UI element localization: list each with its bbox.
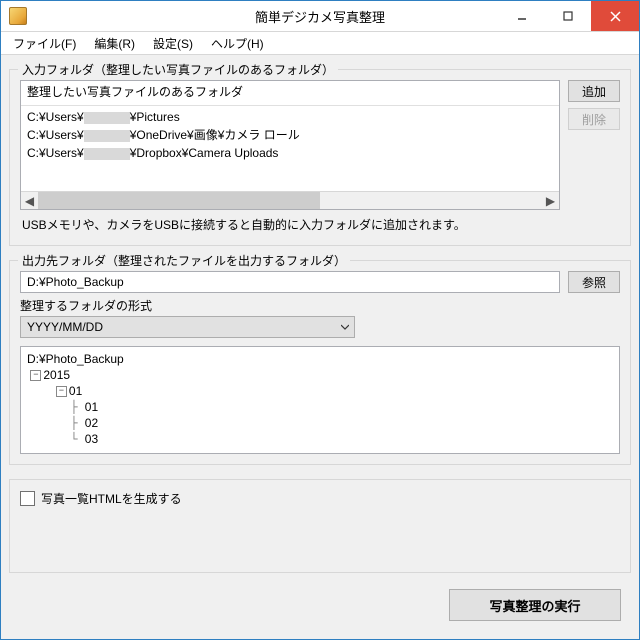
menu-help[interactable]: ヘルプ(H) [203, 33, 272, 54]
scroll-track[interactable] [38, 192, 542, 209]
list-item[interactable]: C:¥Users¥¥Pictures [27, 108, 553, 126]
html-gen-checkbox[interactable]: 写真一覧HTMLを生成する [20, 490, 620, 507]
format-value: YYYY/MM/DD [21, 320, 336, 334]
checkbox-label: 写真一覧HTMLを生成する [41, 490, 182, 507]
tree-month[interactable]: −01 [27, 383, 613, 399]
tree-day[interactable]: ├ 01 [27, 399, 613, 415]
menubar: ファイル(F) 編集(R) 設定(S) ヘルプ(H) [1, 32, 639, 55]
run-button[interactable]: 写真整理の実行 [449, 589, 621, 621]
collapse-icon[interactable]: − [56, 386, 67, 397]
input-list-items: C:¥Users¥¥Pictures C:¥Users¥¥OneDrive¥画像… [21, 106, 559, 164]
format-combobox[interactable]: YYYY/MM/DD [20, 316, 355, 338]
input-folder-list[interactable]: 整理したい写真ファイルのあるフォルダ C:¥Users¥¥Pictures C:… [20, 80, 560, 210]
redacted-text [84, 148, 130, 160]
chevron-down-icon[interactable] [336, 323, 354, 331]
client-area: 入力フォルダ（整理したい写真ファイルのあるフォルダ） 整理したい写真ファイルのあ… [1, 55, 639, 639]
maximize-button[interactable] [545, 1, 591, 31]
app-icon [9, 7, 27, 25]
footer: 写真整理の実行 [9, 579, 631, 631]
scroll-left-icon[interactable]: ◀ [21, 192, 38, 209]
collapse-icon[interactable]: − [30, 370, 41, 381]
browse-button[interactable]: 参照 [568, 271, 620, 293]
redacted-text [84, 112, 130, 124]
input-folder-group: 入力フォルダ（整理したい写真ファイルのあるフォルダ） 整理したい写真ファイルのあ… [9, 69, 631, 246]
close-button[interactable] [591, 1, 639, 31]
tree-root[interactable]: D:¥Photo_Backup [27, 351, 613, 367]
input-list-header[interactable]: 整理したい写真ファイルのあるフォルダ [21, 81, 559, 106]
window-buttons [499, 1, 639, 31]
list-item[interactable]: C:¥Users¥¥Dropbox¥Camera Uploads [27, 144, 553, 162]
list-item[interactable]: C:¥Users¥¥OneDrive¥画像¥カメラ ロール [27, 126, 553, 144]
menu-settings[interactable]: 設定(S) [145, 33, 201, 54]
usb-tip: USBメモリや、カメラをUSBに接続すると自動的に入力フォルダに追加されます。 [22, 216, 618, 233]
scroll-right-icon[interactable]: ▶ [542, 192, 559, 209]
input-folder-buttons: 追加 削除 [568, 80, 620, 130]
delete-button: 削除 [568, 108, 620, 130]
checkbox-box[interactable] [20, 491, 35, 506]
folder-tree[interactable]: D:¥Photo_Backup −2015 −01 ├ 01 ├ 02 └ 03 [20, 346, 620, 454]
scroll-thumb[interactable] [38, 192, 320, 209]
minimize-button[interactable] [499, 1, 545, 31]
output-folder-group: 出力先フォルダ（整理されたファイルを出力するフォルダ） D:¥Photo_Bac… [9, 260, 631, 465]
tree-day[interactable]: └ 03 [27, 431, 613, 447]
horizontal-scrollbar[interactable]: ◀ ▶ [21, 191, 559, 209]
output-path-field[interactable]: D:¥Photo_Backup [20, 271, 560, 293]
redacted-text [84, 130, 130, 142]
app-window: 簡単デジカメ写真整理 ファイル(F) 編集(R) 設定(S) ヘルプ(H) 入力… [0, 0, 640, 640]
menu-file[interactable]: ファイル(F) [5, 33, 84, 54]
tree-day[interactable]: ├ 02 [27, 415, 613, 431]
format-label: 整理するフォルダの形式 [20, 297, 620, 314]
tree-year[interactable]: −2015 [27, 367, 613, 383]
titlebar: 簡単デジカメ写真整理 [1, 1, 639, 32]
output-folder-legend: 出力先フォルダ（整理されたファイルを出力するフォルダ） [18, 252, 350, 269]
input-folder-legend: 入力フォルダ（整理したい写真ファイルのあるフォルダ） [18, 61, 338, 78]
add-button[interactable]: 追加 [568, 80, 620, 102]
html-gen-group: 写真一覧HTMLを生成する [9, 479, 631, 573]
menu-edit[interactable]: 編集(R) [86, 33, 143, 54]
